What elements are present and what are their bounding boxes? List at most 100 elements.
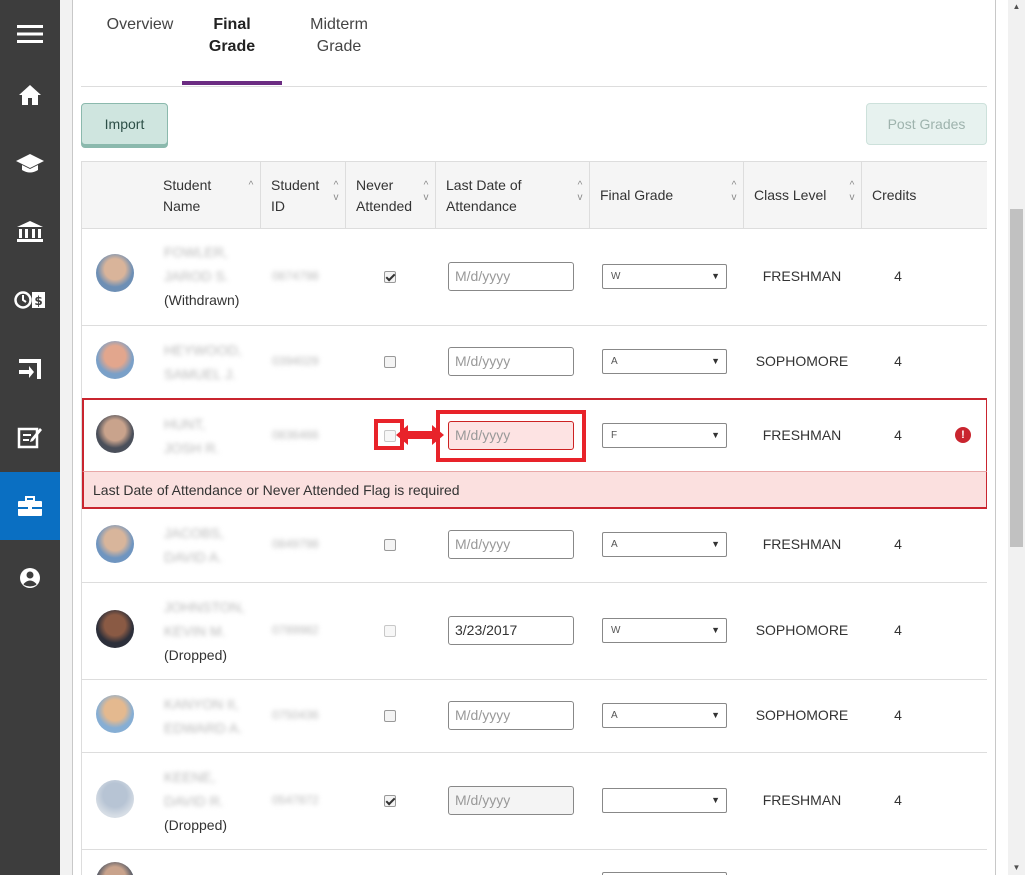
never-attended-checkbox[interactable] — [384, 710, 396, 722]
tab-final-grade[interactable]: Final Grade — [196, 14, 268, 58]
avatar — [96, 341, 134, 379]
import-button[interactable]: Import — [81, 103, 168, 145]
column-last-date-attendance[interactable]: Last Date of Attendance ^ v — [436, 162, 590, 229]
final-grade-select[interactable]: A ▼ — [602, 349, 727, 374]
credits: 4 — [894, 536, 902, 552]
avatar — [96, 415, 134, 453]
student-name-cell: KANYON II, EDWARD A. — [164, 692, 244, 740]
column-class-level[interactable]: Class Level ^ v — [744, 162, 862, 229]
last-date-input[interactable]: M/d/yyyy — [448, 701, 574, 730]
class-level: SOPHOMORE — [755, 707, 849, 723]
active-tab-indicator — [182, 81, 282, 85]
table-row: JOHNSTON, KEVIN M. (Dropped) 0789982 3/2… — [82, 583, 987, 680]
final-grade-select[interactable]: W ▼ — [602, 264, 727, 289]
tab-midterm-grade[interactable]: Midterm Grade — [300, 14, 378, 58]
tab-midterm-grade-label: Midterm Grade — [310, 16, 368, 55]
sort-icon[interactable]: ^ v — [847, 180, 857, 204]
student-name: JACOBS, DAVID A. — [164, 525, 224, 565]
sort-icon[interactable]: ^ v — [421, 180, 431, 204]
sort-icon[interactable]: ^ — [246, 180, 256, 192]
scroll-down-icon[interactable]: ▼ — [1008, 861, 1025, 875]
tab-final-grade-label: Final Grade — [208, 16, 256, 55]
never-attended-checkbox[interactable] — [384, 625, 396, 637]
credits: 4 — [894, 353, 902, 369]
student-name-cell: HEYWOOD, SAMUEL J. — [164, 338, 244, 386]
final-grade-select[interactable]: ▼ — [602, 788, 727, 813]
student-name-cell: HUNT, JOSH R. — [164, 412, 244, 460]
nav-profile[interactable] — [0, 544, 60, 612]
post-grades-button[interactable]: Post Grades — [866, 103, 987, 145]
student-name: KANYON II, EDWARD A. — [164, 696, 243, 736]
last-date-input[interactable]: 3/23/2017 — [448, 616, 574, 645]
never-attended-checkbox[interactable] — [384, 271, 396, 283]
class-level: FRESHMAN — [762, 792, 842, 808]
class-level: FRESHMAN — [762, 268, 842, 284]
student-status: (Withdrawn) — [164, 292, 240, 308]
nav-academics[interactable] — [0, 129, 60, 197]
never-attended-checkbox[interactable] — [384, 356, 396, 368]
nav-exit[interactable] — [0, 335, 60, 403]
student-name: FOWLER, JAROD S. — [164, 244, 229, 284]
graduation-cap-icon — [16, 154, 44, 173]
class-level: SOPHOMORE — [755, 353, 849, 369]
avatar — [96, 610, 134, 648]
student-name-cell: JOHNSTON, KEVIN M. (Dropped) — [164, 595, 245, 667]
nav-menu[interactable] — [0, 0, 60, 68]
tab-divider — [81, 86, 987, 87]
table-row: HEYWOOD, SAMUEL J. 0394029 M/d/yyyy A ▼ S… — [82, 326, 987, 399]
class-level: SOPHOMORE — [755, 622, 849, 638]
column-credits: Credits — [862, 162, 987, 229]
scroll-up-icon[interactable]: ▲ — [1008, 0, 1025, 14]
final-grade-select[interactable]: W ▼ — [602, 618, 727, 643]
gutter — [60, 0, 72, 875]
final-grade-select[interactable]: F ▼ — [602, 423, 727, 448]
column-never-attended-label: Never Attended — [356, 176, 413, 214]
column-final-grade[interactable]: Final Grade ^ v — [590, 162, 744, 229]
last-date-input[interactable]: M/d/yyyy — [448, 347, 574, 376]
nav-home[interactable] — [0, 61, 60, 129]
credits: 4 — [894, 268, 902, 284]
last-date-input[interactable]: M/d/yyyy — [448, 786, 574, 815]
sort-icon[interactable]: ^ v — [331, 180, 341, 204]
nav-edit[interactable] — [0, 403, 60, 471]
avatar — [96, 254, 134, 292]
column-student-id[interactable]: Student ID ^ v — [261, 162, 346, 229]
highlight-date-box — [436, 410, 586, 462]
home-icon — [19, 85, 41, 105]
tab-overview[interactable]: Overview — [100, 14, 180, 36]
nav-finance[interactable]: $ — [0, 266, 60, 334]
user-circle-icon — [20, 568, 40, 588]
student-status: (Dropped) — [164, 817, 228, 833]
chevron-down-icon: ▼ — [711, 710, 720, 720]
svg-text:$: $ — [34, 294, 42, 308]
column-student-name[interactable]: Student Name ^ — [153, 162, 261, 229]
column-class-level-label: Class Level — [754, 187, 827, 203]
chevron-down-icon: ▼ — [711, 356, 720, 366]
nav-institution[interactable] — [0, 198, 60, 266]
exit-sign-icon — [19, 359, 41, 379]
chevron-down-icon: ▼ — [711, 625, 720, 635]
institution-icon — [17, 221, 43, 242]
student-id: 0789982 — [272, 623, 319, 637]
last-date-input[interactable]: M/d/yyyy — [448, 262, 574, 291]
student-id: 0750436 — [272, 708, 319, 722]
last-date-input[interactable]: M/d/yyyy — [448, 530, 574, 559]
never-attended-checkbox[interactable] — [384, 795, 396, 807]
final-grade-select[interactable]: A ▼ — [602, 703, 727, 728]
final-grade-select[interactable]: A ▼ — [602, 532, 727, 557]
sort-icon[interactable]: ^ v — [575, 180, 585, 204]
exclamation-circle-icon: ! — [955, 427, 971, 443]
scrollbar[interactable]: ▲ ▼ — [1008, 0, 1025, 875]
never-attended-checkbox[interactable] — [384, 539, 396, 551]
briefcase-icon — [18, 496, 42, 516]
student-id: 0394029 — [272, 354, 319, 368]
nav-faculty[interactable] — [0, 472, 60, 540]
scroll-thumb[interactable] — [1010, 209, 1023, 547]
left-nav: $ — [0, 0, 60, 875]
column-never-attended[interactable]: Never Attended ^ v — [346, 162, 436, 229]
credits: 4 — [894, 707, 902, 723]
sort-icon[interactable]: ^ v — [729, 180, 739, 204]
avatar — [96, 862, 134, 875]
student-name: HEYWOOD, SAMUEL J. — [164, 342, 242, 382]
student-name-cell: JACOBS, DAVID A. — [164, 521, 244, 569]
